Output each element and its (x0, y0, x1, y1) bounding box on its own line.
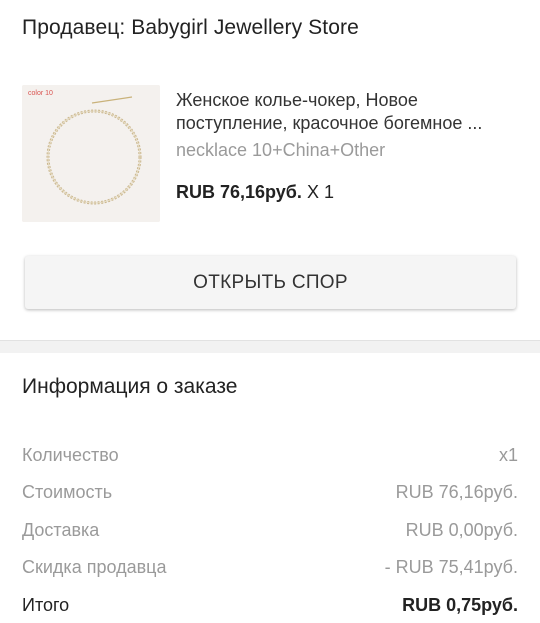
order-row-value: RUB 0,00руб. (405, 520, 518, 540)
order-row-cost: Стоимость RUB 76,16руб. (22, 482, 518, 503)
order-row-label: Количество (22, 445, 119, 465)
order-total-value: RUB 0,75руб. (402, 595, 518, 615)
product-title-line-1: Женское колье-чокер, Новое (176, 90, 418, 110)
section-divider (0, 340, 540, 353)
order-row-shipping: Доставка RUB 0,00руб. (22, 520, 518, 541)
product-price-row: RUB 76,16руб. X 1 (176, 182, 334, 203)
product-image[interactable]: color 10 (22, 85, 160, 222)
open-dispute-button[interactable]: ОТКРЫТЬ СПОР (25, 256, 516, 309)
order-row-value: x1 (498, 445, 518, 465)
order-row-label: Стоимость (22, 482, 113, 502)
order-row-value: RUB 76,16руб. (395, 482, 518, 502)
order-row-label: Доставка (22, 520, 100, 540)
order-info-title: Информация о заказе (22, 375, 238, 398)
necklace-image: color 10 (22, 85, 160, 222)
order-row-value: - RUB 75,41руб. (384, 557, 518, 577)
order-total-label: Итого (22, 595, 70, 615)
order-row-label: Скидка продавца (22, 557, 167, 577)
product-title-line-2: поступление, красочное богемное ... (176, 113, 483, 133)
product-title[interactable]: Женское колье-чокер, Новое поступление, … (176, 89, 521, 135)
order-row-seller-discount: Скидка продавца - RUB 75,41руб. (22, 557, 518, 578)
product-quantity: X 1 (306, 182, 334, 202)
image-color-tag: color 10 (28, 90, 53, 97)
product-variant: necklace 10+China+Other (176, 140, 386, 160)
order-row-total: Итого RUB 0,75руб. (22, 595, 518, 616)
product-price: RUB 76,16руб. (176, 182, 302, 202)
seller-name[interactable]: Продавец: Babygirl Jewellery Store (22, 16, 359, 40)
order-row-quantity: Количество x1 (22, 445, 518, 466)
